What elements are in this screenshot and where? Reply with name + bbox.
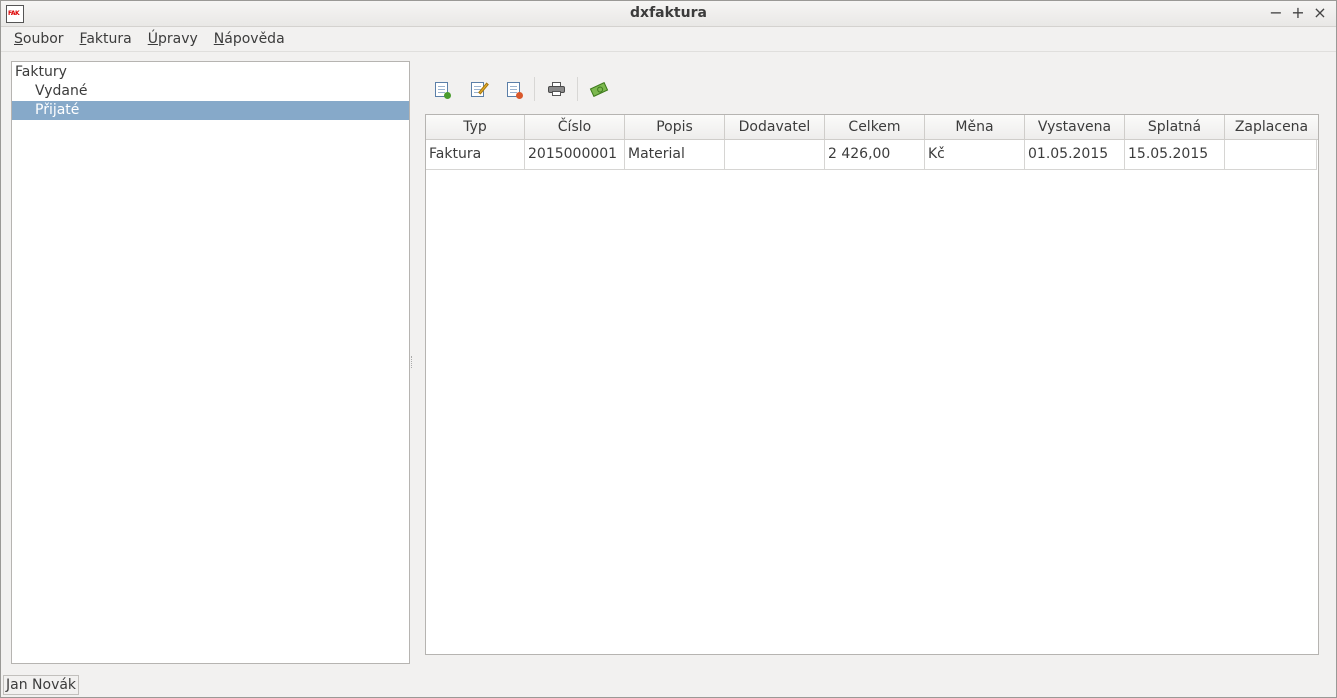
panel-splitter[interactable] <box>411 356 414 368</box>
maximize-icon[interactable]: + <box>1290 3 1306 23</box>
column-header-cislo[interactable]: Číslo <box>525 115 625 140</box>
cell-vystavena: 01.05.2015 <box>1025 140 1125 170</box>
menu-upravy[interactable]: Úpravy <box>140 27 206 52</box>
cell-celkem: 2 426,00 <box>825 140 925 170</box>
edit-invoice-button[interactable] <box>462 74 492 104</box>
minimize-icon[interactable]: − <box>1268 3 1284 23</box>
menu-soubor[interactable]: Soubor <box>6 27 72 52</box>
status-user-name: Jan Novák <box>3 675 80 695</box>
toolbar <box>426 73 620 105</box>
cell-mena: Kč <box>925 140 1025 170</box>
new-document-icon <box>434 81 451 99</box>
cell-cislo: 2015000001 <box>525 140 625 170</box>
column-header-zaplacena[interactable]: Zaplacena <box>1225 115 1318 140</box>
menu-faktura[interactable]: Faktura <box>72 27 140 52</box>
delete-document-icon <box>506 81 523 99</box>
payment-button[interactable] <box>584 74 614 104</box>
status-bar: Jan Novák <box>1 673 1336 697</box>
column-header-vystavena[interactable]: Vystavena <box>1025 115 1125 140</box>
edit-document-icon <box>470 81 489 97</box>
column-header-dodavatel[interactable]: Dodavatel <box>725 115 825 140</box>
cell-typ: Faktura <box>426 140 525 170</box>
close-icon[interactable]: × <box>1312 3 1328 23</box>
tree-item-prijate[interactable]: Přijaté <box>12 101 409 120</box>
delete-invoice-button[interactable] <box>498 74 528 104</box>
print-button[interactable] <box>541 74 571 104</box>
print-icon <box>547 82 565 96</box>
column-header-popis[interactable]: Popis <box>625 115 725 140</box>
cell-zaplacena <box>1225 140 1317 170</box>
column-header-celkem[interactable]: Celkem <box>825 115 925 140</box>
payment-icon <box>589 81 609 97</box>
tree-item-vydane[interactable]: Vydané <box>12 82 409 101</box>
cell-popis: Material <box>625 140 725 170</box>
tree-item-faktury[interactable]: Faktury <box>12 63 409 82</box>
toolbar-separator <box>577 77 578 101</box>
cell-splatna: 15.05.2015 <box>1125 140 1225 170</box>
window-title: dxfaktura <box>630 5 707 21</box>
column-header-splatna[interactable]: Splatná <box>1125 115 1225 140</box>
title-bar[interactable]: FAK dxfaktura − + × <box>1 1 1336 27</box>
menu-napoveda[interactable]: Nápověda <box>206 27 293 52</box>
window-controls: − + × <box>1268 3 1328 23</box>
column-header-typ[interactable]: Typ <box>426 115 525 140</box>
menu-bar: Soubor Faktura Úpravy Nápověda <box>1 27 1336 52</box>
column-header-mena[interactable]: Měna <box>925 115 1025 140</box>
table-row[interactable]: Faktura 2015000001 Material 2 426,00 Kč … <box>426 140 1317 170</box>
table-header: Typ Číslo Popis Dodavatel Celkem Měna Vy… <box>426 115 1318 140</box>
invoice-table[interactable]: Typ Číslo Popis Dodavatel Celkem Měna Vy… <box>425 114 1319 655</box>
toolbar-separator <box>534 77 535 101</box>
cell-dodavatel <box>725 140 825 170</box>
invoice-tree[interactable]: Faktury Vydané Přijaté <box>11 61 410 664</box>
new-invoice-button[interactable] <box>426 74 456 104</box>
app-window: FAK dxfaktura − + × Soubor Faktura Úprav… <box>0 0 1337 698</box>
